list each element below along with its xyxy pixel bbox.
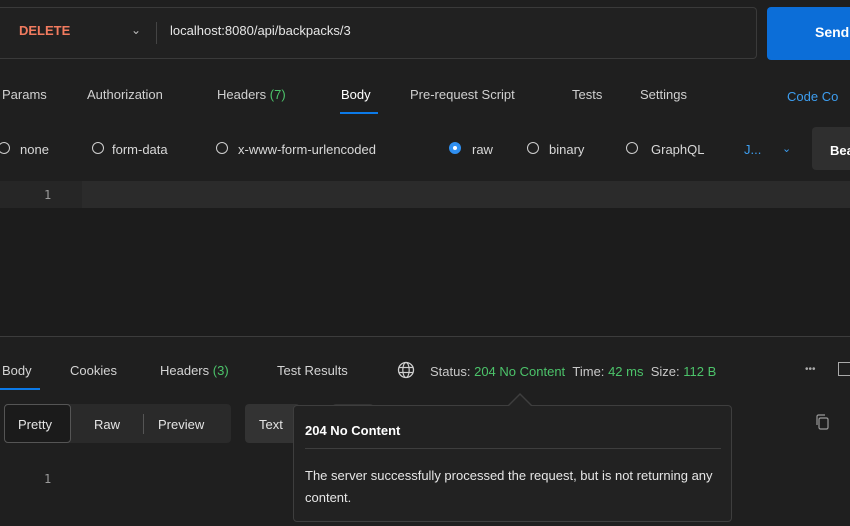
- radio-raw[interactable]: [449, 142, 461, 154]
- divider: [156, 22, 157, 44]
- response-tab-headers-label: Headers: [160, 363, 210, 378]
- tab-pre-request-script[interactable]: Pre-request Script: [410, 87, 515, 102]
- active-line-highlight: [82, 181, 850, 208]
- response-line-number: 1: [44, 472, 52, 486]
- response-meta: Status: 204 No Content Time: 42 ms Size:…: [430, 364, 716, 379]
- radio-form-data[interactable]: [92, 142, 104, 154]
- tab-authorization[interactable]: Authorization: [87, 87, 163, 102]
- pane-splitter[interactable]: [0, 336, 850, 337]
- response-format-label: Text: [259, 417, 283, 432]
- send-button-label: Send: [815, 24, 850, 40]
- view-mode-pretty-label[interactable]: Pretty: [18, 417, 52, 432]
- radio-raw-label[interactable]: raw: [472, 142, 493, 157]
- divider: [143, 414, 144, 434]
- layout-toggle-icon[interactable]: [838, 362, 850, 376]
- url-input[interactable]: localhost:8080/api/backpacks/3: [170, 23, 351, 38]
- response-tab-headers-count: (3): [212, 363, 229, 378]
- tab-settings[interactable]: Settings: [640, 87, 687, 102]
- line-number: 1: [44, 188, 52, 202]
- raw-format-select[interactable]: J...: [744, 142, 761, 157]
- cookies-link-label: Co: [821, 89, 839, 104]
- method-select[interactable]: DELETE: [19, 23, 70, 38]
- radio-graphql-label[interactable]: GraphQL: [651, 142, 704, 157]
- response-tab-cookies[interactable]: Cookies: [70, 363, 117, 378]
- beautify-button[interactable]: Bea: [812, 127, 850, 170]
- tab-headers-count: (7): [269, 87, 286, 102]
- active-tab-indicator: [0, 388, 40, 390]
- tab-tests[interactable]: Tests: [572, 87, 602, 102]
- active-tab-indicator: [340, 112, 378, 114]
- view-mode-raw[interactable]: Raw: [94, 417, 120, 432]
- send-button[interactable]: Send: [767, 7, 850, 60]
- status-value[interactable]: 204 No Content: [474, 364, 565, 379]
- chevron-down-icon[interactable]: ⌄: [782, 142, 791, 155]
- request-url-bar: DELETE ⌄ localhost:8080/api/backpacks/3: [0, 7, 757, 60]
- tooltip-title: 204 No Content: [305, 423, 401, 438]
- radio-none[interactable]: [0, 142, 10, 154]
- globe-icon[interactable]: [397, 361, 415, 379]
- code-link[interactable]: Code Co: [787, 89, 838, 104]
- tab-params[interactable]: Params: [2, 87, 47, 102]
- status-tooltip: 204 No Content The server successfully p…: [293, 405, 732, 522]
- size-label: Size:: [650, 364, 680, 379]
- editor-gutter: [0, 181, 82, 208]
- tab-headers-label: Headers: [217, 87, 267, 102]
- radio-binary[interactable]: [527, 142, 539, 154]
- response-tab-body[interactable]: Body: [2, 363, 32, 378]
- copy-icon[interactable]: [815, 414, 829, 430]
- time-label: Time:: [572, 364, 605, 379]
- response-tab-test-results[interactable]: Test Results: [277, 363, 348, 378]
- chevron-down-icon[interactable]: ⌄: [131, 23, 141, 37]
- radio-graphql[interactable]: [626, 142, 638, 154]
- size-value[interactable]: 112 B: [683, 364, 716, 379]
- tab-headers[interactable]: Headers (7): [217, 87, 286, 102]
- beautify-button-label: Bea: [830, 143, 850, 158]
- radio-x-www-form-urlencoded[interactable]: [216, 142, 228, 154]
- radio-x-www-form-urlencoded-label[interactable]: x-www-form-urlencoded: [238, 142, 376, 157]
- radio-binary-label[interactable]: binary: [549, 142, 584, 157]
- radio-form-data-label[interactable]: form-data: [112, 142, 168, 157]
- status-label: Status:: [430, 364, 471, 379]
- tooltip-arrow-fill: [509, 395, 531, 406]
- tab-body[interactable]: Body: [341, 87, 371, 102]
- url-bar-container: DELETE ⌄ localhost:8080/api/backpacks/3: [0, 7, 757, 59]
- code-link-label: Code: [787, 89, 819, 104]
- tooltip-divider: [305, 448, 721, 449]
- response-format-select[interactable]: Text: [245, 404, 300, 443]
- response-tab-headers[interactable]: Headers (3): [160, 363, 229, 378]
- tooltip-description: The server successfully processed the re…: [305, 468, 713, 505]
- time-value[interactable]: 42 ms: [608, 364, 643, 379]
- more-options-icon[interactable]: •••: [805, 364, 816, 375]
- view-mode-preview[interactable]: Preview: [158, 417, 204, 432]
- radio-none-label[interactable]: none: [20, 142, 49, 157]
